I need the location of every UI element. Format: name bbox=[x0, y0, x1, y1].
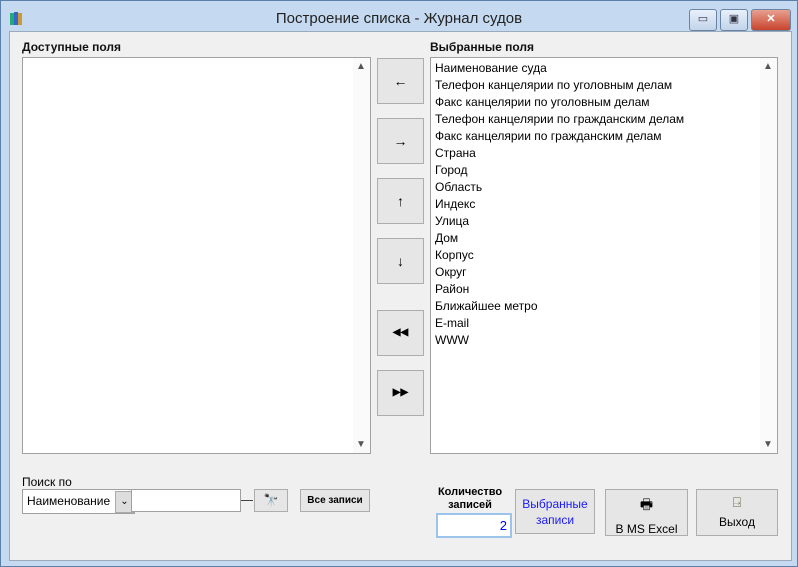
search-label: Поиск по bbox=[22, 475, 72, 489]
exit-door-icon: ⍈ bbox=[732, 494, 742, 510]
maximize-button[interactable]: ▣ bbox=[720, 9, 748, 31]
search-input[interactable] bbox=[131, 489, 241, 512]
list-item[interactable]: Корпус bbox=[435, 248, 474, 262]
divider bbox=[241, 500, 253, 501]
list-item[interactable]: Улица bbox=[435, 214, 469, 228]
move-all-right-button[interactable]: ▶▶ bbox=[377, 370, 424, 416]
window-title: Построение списка - Журнал судов bbox=[275, 10, 523, 27]
available-fields-list[interactable]: ▲ ▼ bbox=[22, 57, 371, 454]
move-up-button[interactable]: ↑ bbox=[377, 178, 424, 224]
available-fields-label: Доступные поля bbox=[22, 40, 122, 54]
list-item[interactable]: Ближайшее метро bbox=[435, 299, 538, 313]
search-field-value: Наименование bbox=[27, 494, 111, 508]
search-field-select[interactable]: Наименование ⌄ bbox=[22, 489, 135, 514]
list-item[interactable]: Телефон канцелярии по гражданским делам bbox=[435, 112, 684, 126]
record-count-value: 2 bbox=[436, 513, 512, 538]
scrollbar[interactable]: ▲ ▼ bbox=[353, 58, 370, 453]
list-item[interactable]: Страна bbox=[435, 146, 476, 160]
selected-fields-label: Выбранные поля bbox=[430, 40, 534, 54]
printer-icon: 🖶 bbox=[639, 496, 654, 512]
list-item[interactable]: Наименование суда bbox=[435, 61, 547, 75]
list-item[interactable]: Индекс bbox=[435, 197, 475, 211]
move-left-button[interactable]: ← bbox=[377, 58, 424, 104]
export-excel-button[interactable]: 🖶 В MS Excel bbox=[605, 489, 688, 536]
exit-button[interactable]: ⍈ Выход bbox=[696, 489, 778, 536]
window: Построение списка - Журнал судов ▭ ▣ ✕ Д… bbox=[0, 0, 798, 567]
excel-label: В MS Excel bbox=[615, 522, 678, 536]
move-down-button[interactable]: ↓ bbox=[377, 238, 424, 284]
move-all-left-button[interactable]: ◀◀ bbox=[377, 310, 424, 356]
all-records-button[interactable]: Все записи bbox=[300, 489, 370, 512]
list-item[interactable]: Округ bbox=[435, 265, 467, 279]
binoculars-icon: 🔭 bbox=[263, 493, 279, 507]
list-item[interactable]: Телефон канцелярии по уголовным делам bbox=[435, 78, 672, 92]
move-right-button[interactable]: → bbox=[377, 118, 424, 164]
list-item[interactable]: Город bbox=[435, 163, 467, 177]
selected-fields-list[interactable]: ▲ ▼ Наименование суда Телефон канцелярии п… bbox=[430, 57, 778, 454]
list-item[interactable]: E-mail bbox=[435, 316, 469, 330]
list-item[interactable]: Область bbox=[435, 180, 482, 194]
selected-records-button[interactable]: Выбранные записи bbox=[515, 489, 595, 534]
list-item[interactable]: Район bbox=[435, 282, 469, 296]
minimize-button[interactable]: ▭ bbox=[689, 9, 717, 31]
list-item[interactable]: Факс канцелярии по гражданским делам bbox=[435, 129, 662, 143]
list-item[interactable]: WWW bbox=[435, 333, 469, 347]
search-button[interactable]: 🔭 bbox=[254, 489, 288, 512]
close-button[interactable]: ✕ bbox=[751, 9, 791, 31]
exit-label: Выход bbox=[719, 515, 755, 529]
client-area: Доступные поля ▲ ▼ Выбранные поля ▲ ▼ Наим… bbox=[9, 31, 792, 561]
scrollbar[interactable]: ▲ ▼ bbox=[760, 58, 777, 453]
list-item[interactable]: Дом bbox=[435, 231, 458, 245]
record-count-label: Количество записей bbox=[437, 486, 503, 511]
list-item[interactable]: Факс канцелярии по уголовным делам bbox=[435, 95, 650, 109]
